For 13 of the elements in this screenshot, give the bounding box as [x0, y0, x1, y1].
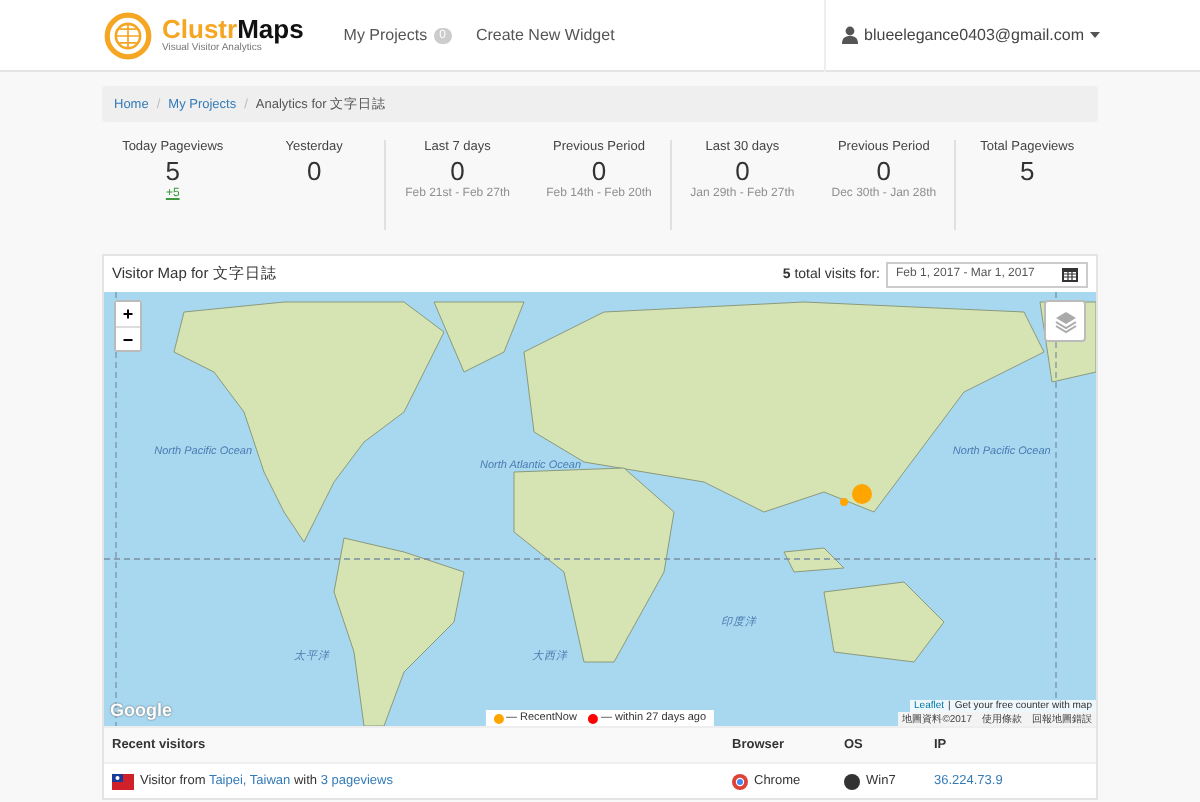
stat-value: 5 [165, 154, 180, 187]
stat-value: 0 [450, 154, 465, 187]
stat-value: 0 [735, 154, 750, 187]
nav-link[interactable]: My Projects [343, 26, 428, 44]
user-menu[interactable]: blueelegance0403@gmail.com [864, 26, 1084, 44]
stat-value: 0 [306, 154, 322, 188]
stat-value: 5 [1020, 154, 1035, 188]
nav-link[interactable]: Create New Widget [475, 26, 615, 44]
stat-value: 0 [876, 154, 892, 187]
stat-value: 0 [591, 154, 607, 187]
zoom-out-button[interactable]: − [116, 326, 140, 350]
brand-name[interactable]: ClustrMaps [162, 16, 304, 42]
map-provider-logo: Google [110, 700, 172, 720]
